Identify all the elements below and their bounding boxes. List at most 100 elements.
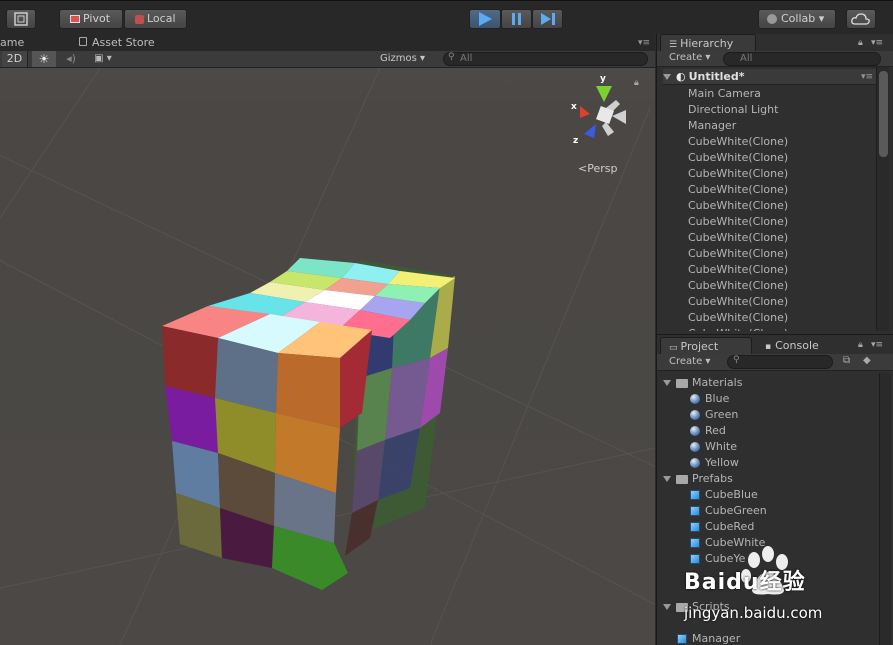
expand-arrow-icon[interactable]: [663, 476, 671, 482]
play-button[interactable]: [469, 9, 501, 29]
tab-asset-store[interactable]: Asset Store: [92, 36, 155, 49]
project-menu-icon[interactable]: ▾≡: [871, 340, 883, 350]
hierarchy-scrollbar[interactable]: [876, 67, 889, 331]
scene-menu-icon[interactable]: ▾≡: [861, 69, 873, 85]
hierarchy-item[interactable]: Main Camera: [688, 86, 876, 102]
hierarchy-list: ◐ Untitled* ▾≡ Main Camera Directional Lig…: [657, 67, 876, 331]
hierarchy-item[interactable]: CubeWhite(Clone): [688, 326, 876, 331]
hierarchy-item[interactable]: CubeWhite(Clone): [688, 310, 876, 326]
console-icon: ▪: [765, 342, 772, 352]
prefab-item[interactable]: CubeYe: [690, 551, 887, 567]
hierarchy-item[interactable]: CubeWhite(Clone): [688, 278, 876, 294]
project-lock-icon[interactable]: 🔒︎: [858, 340, 863, 350]
hierarchy-item[interactable]: CubeWhite(Clone): [688, 246, 876, 262]
pause-button[interactable]: [501, 9, 532, 29]
hierarchy-item[interactable]: CubeWhite(Clone): [688, 214, 876, 230]
material-item[interactable]: Yellow: [690, 455, 887, 471]
local-icon: [135, 14, 144, 24]
lock-icon[interactable]: 🔒︎: [634, 78, 639, 88]
hierarchy-toolbar: Create ▾ All: [657, 51, 893, 67]
hierarchy-lock-icon[interactable]: 🔒︎: [858, 38, 863, 48]
scene-viewport[interactable]: y x z <Persp 🔒︎: [0, 68, 655, 645]
scene-search-input[interactable]: All: [443, 52, 648, 66]
hierarchy-item[interactable]: Directional Light: [688, 102, 876, 118]
hierarchy-item[interactable]: CubeWhite(Clone): [688, 198, 876, 214]
x-axis-cone[interactable]: [580, 106, 590, 118]
hierarchy-item[interactable]: CubeWhite(Clone): [688, 294, 876, 310]
prefab-item[interactable]: CubeBlue: [690, 487, 887, 503]
hierarchy-item[interactable]: CubeWhite(Clone): [688, 150, 876, 166]
mode-2d-button[interactable]: 2D: [2, 51, 28, 67]
prefab-cube-icon: [690, 538, 700, 548]
play-icon: [479, 12, 492, 26]
prefab-cube-icon: [690, 522, 700, 532]
material-item[interactable]: Blue: [690, 391, 887, 407]
filter-type-icon[interactable]: ⧉: [843, 355, 850, 366]
asset-store-icon: [79, 37, 87, 46]
z-axis-cone[interactable]: [584, 124, 596, 138]
collab-button[interactable]: Collab ▾: [758, 9, 836, 29]
folder-prefabs[interactable]: Prefabs: [663, 471, 883, 487]
audio-toggle-icon[interactable]: ◂): [60, 51, 82, 67]
tab-console[interactable]: ▪ Console: [757, 337, 847, 354]
unity-scene-icon: ◐: [676, 70, 686, 83]
color-cube-model[interactable]: [0, 68, 655, 645]
persp-toggle[interactable]: <Persp: [578, 162, 617, 175]
folder-materials[interactable]: Materials: [663, 375, 883, 391]
project-folder-icon: ▭: [669, 343, 678, 353]
prefab-item[interactable]: CubeRed: [690, 519, 887, 535]
cloud-button[interactable]: [846, 9, 876, 29]
step-button[interactable]: [532, 9, 563, 29]
tab-project[interactable]: ▭ Project: [660, 337, 752, 354]
scene-root-row[interactable]: ◐ Untitled* ▾≡: [663, 69, 876, 85]
pivot-button[interactable]: Pivot: [59, 9, 123, 29]
hierarchy-search-input[interactable]: All: [723, 52, 881, 66]
material-item[interactable]: Red: [690, 423, 887, 439]
hierarchy-menu-icon[interactable]: ▾≡: [871, 38, 883, 48]
hierarchy-scroll-thumb[interactable]: [879, 71, 888, 157]
project-scrollbar[interactable]: [879, 373, 891, 645]
scene-toolbar: 2D ☀ ◂) ▣ ▾ Gizmos ▾ All ⚲: [0, 51, 655, 68]
pause-icon: [512, 13, 521, 25]
scene-tab-bar: ame Asset Store ▾≡: [0, 34, 655, 51]
panel-menu-icon[interactable]: ▾≡: [638, 38, 650, 48]
pivot-icon: [70, 15, 80, 23]
y-axis-cone[interactable]: [596, 86, 612, 102]
folder-scripts[interactable]: Scripts: [663, 599, 883, 615]
tab-hierarchy[interactable]: ☰ Hierarchy: [660, 34, 756, 51]
expand-arrow-icon[interactable]: [663, 380, 671, 386]
effects-toggle-icon[interactable]: ▣ ▾: [88, 51, 118, 67]
local-button[interactable]: Local: [124, 9, 187, 29]
project-search-input[interactable]: [727, 355, 833, 369]
material-item[interactable]: White: [690, 439, 887, 455]
filter-label-icon[interactable]: ◆: [863, 355, 871, 366]
gizmos-dropdown[interactable]: Gizmos ▾: [380, 51, 425, 67]
folder-icon: [676, 378, 688, 388]
expand-arrow-icon[interactable]: [663, 604, 671, 610]
material-icon: [690, 458, 700, 468]
hierarchy-icon: ☰: [669, 40, 678, 50]
main-toolbar: Pivot Local Collab ▾: [0, 0, 893, 34]
hierarchy-create-dropdown[interactable]: Create ▾: [669, 52, 710, 63]
cloud-icon: [851, 13, 870, 25]
hierarchy-item[interactable]: CubeWhite(Clone): [688, 262, 876, 278]
hierarchy-item[interactable]: Manager: [688, 118, 876, 134]
project-create-dropdown[interactable]: Create ▾: [669, 356, 710, 367]
step-icon: [541, 13, 555, 25]
project-toolbar: Create ▾ ⚲ ⧉ ◆: [657, 354, 893, 371]
rect-tool-button[interactable]: [6, 9, 36, 29]
tab-game[interactable]: ame: [0, 36, 24, 49]
right-panel-column: ☰ Hierarchy 🔒︎ ▾≡ Create ▾ All ◐ Untitled*…: [656, 34, 893, 645]
cube-front-side: [162, 326, 372, 590]
hierarchy-item[interactable]: CubeWhite(Clone): [688, 166, 876, 182]
hierarchy-item[interactable]: CubeWhite(Clone): [688, 134, 876, 150]
script-icon: [677, 634, 687, 644]
material-item[interactable]: Green: [690, 407, 887, 423]
hierarchy-item[interactable]: CubeWhite(Clone): [688, 182, 876, 198]
hierarchy-item[interactable]: CubeWhite(Clone): [688, 230, 876, 246]
expand-arrow-icon[interactable]: [663, 74, 671, 80]
lighting-toggle-icon[interactable]: ☀: [32, 51, 56, 67]
prefab-item[interactable]: CubeGreen: [690, 503, 887, 519]
script-item[interactable]: Manager: [677, 631, 887, 645]
prefab-item[interactable]: CubeWhite: [690, 535, 887, 551]
